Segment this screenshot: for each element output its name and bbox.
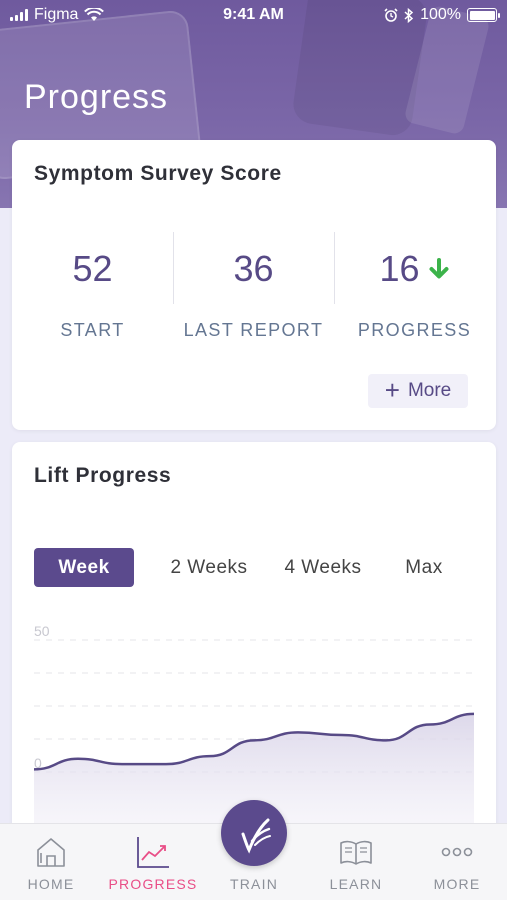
tab-week[interactable]: Week bbox=[34, 548, 134, 587]
range-tabs: Week 2 Weeks 4 Weeks Max bbox=[34, 548, 474, 588]
train-logo-icon bbox=[241, 818, 271, 854]
chart-icon bbox=[137, 837, 169, 868]
home-icon bbox=[37, 838, 65, 867]
stat-progress: 16 PROGRESS bbox=[334, 230, 495, 340]
tab-progress[interactable]: PROGRESS bbox=[103, 824, 203, 900]
tab-4-weeks[interactable]: 4 Weeks bbox=[268, 548, 378, 587]
status-bar: Figma 9:41 AM 100% bbox=[0, 0, 507, 30]
alarm-icon bbox=[384, 8, 398, 22]
stat-last-report-label: LAST REPORT bbox=[183, 320, 324, 340]
page-title: Progress bbox=[24, 78, 169, 116]
tab-learn[interactable]: LEARN bbox=[306, 824, 406, 900]
plus-icon: + bbox=[384, 375, 400, 405]
tab-more-label: MORE bbox=[433, 876, 481, 892]
stat-progress-label: PROGRESS bbox=[357, 320, 472, 340]
tab-home-label: HOME bbox=[27, 876, 75, 892]
stat-start-value: 52 bbox=[72, 248, 113, 289]
book-icon bbox=[340, 840, 372, 865]
stat-progress-value: 16 bbox=[379, 248, 420, 289]
more-dots-icon bbox=[441, 847, 473, 857]
tab-train-label: TRAIN bbox=[230, 876, 278, 892]
tab-2-weeks[interactable]: 2 Weeks bbox=[154, 548, 264, 587]
bluetooth-icon bbox=[404, 7, 414, 23]
tab-more[interactable]: MORE bbox=[407, 824, 507, 900]
lift-card-title: Lift Progress bbox=[34, 464, 172, 487]
down-arrow-icon bbox=[429, 258, 449, 279]
tab-max[interactable]: Max bbox=[384, 548, 464, 587]
more-button-label: More bbox=[407, 380, 452, 401]
survey-stats: 52 START 36 LAST REPORT 16 PROGRESS bbox=[12, 230, 496, 340]
tab-learn-label: LEARN bbox=[329, 876, 383, 892]
battery-percent: 100% bbox=[420, 6, 461, 23]
tab-progress-label: PROGRESS bbox=[108, 876, 198, 892]
symptom-survey-card: Symptom Survey Score 52 START 36 LAST RE… bbox=[12, 140, 496, 430]
stat-last-report: 36 LAST REPORT bbox=[173, 230, 334, 340]
train-button[interactable] bbox=[221, 800, 287, 866]
chart-y-tick-label: 50 bbox=[34, 623, 50, 639]
tab-home[interactable]: HOME bbox=[1, 824, 101, 900]
survey-card-title: Symptom Survey Score bbox=[34, 162, 282, 185]
stat-start: 52 START bbox=[12, 230, 173, 340]
stat-last-report-value: 36 bbox=[233, 248, 274, 289]
more-button[interactable]: + More bbox=[368, 374, 468, 408]
stat-start-label: START bbox=[60, 320, 125, 340]
battery-icon bbox=[467, 8, 500, 22]
lift-progress-card: Lift Progress Week 2 Weeks 4 Weeks Max 5… bbox=[12, 442, 496, 842]
